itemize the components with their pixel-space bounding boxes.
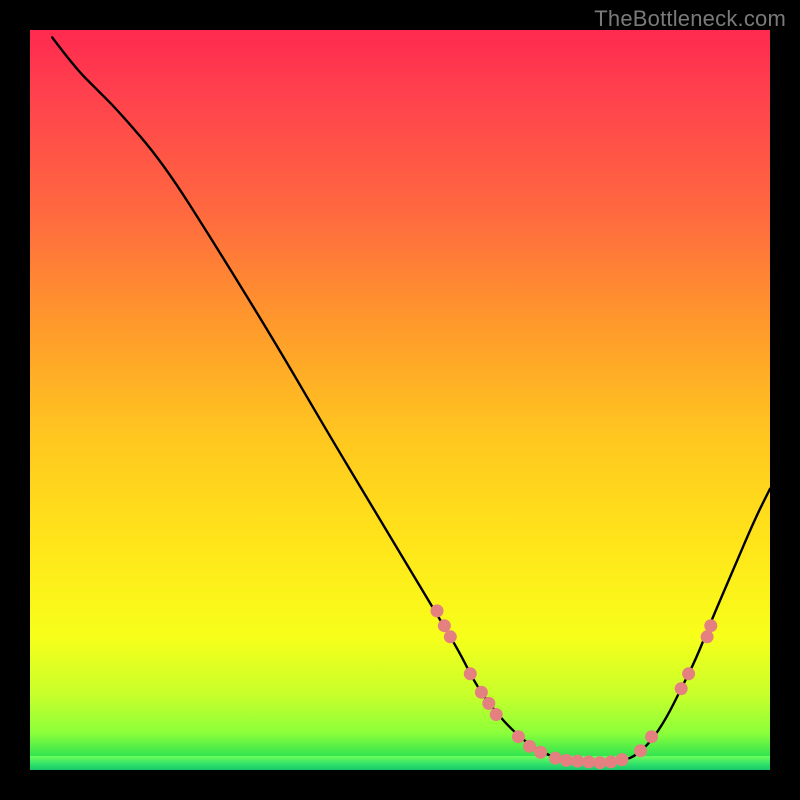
curve-marker <box>560 754 573 767</box>
curve-marker <box>523 740 536 753</box>
curve-marker <box>490 708 503 721</box>
curve-marker <box>464 667 477 680</box>
curve-marker <box>534 746 547 759</box>
curve-marker <box>634 744 647 757</box>
curve-marker <box>701 630 714 643</box>
curve-marker <box>431 604 444 617</box>
bottleneck-curve <box>52 37 770 762</box>
marker-group <box>431 604 718 769</box>
curve-marker <box>682 667 695 680</box>
curve-marker <box>604 755 617 768</box>
curve-marker <box>444 630 457 643</box>
curve-marker <box>645 730 658 743</box>
plot-area <box>30 30 770 770</box>
curve-marker <box>616 753 629 766</box>
curve-marker <box>704 619 717 632</box>
curve-marker <box>475 686 488 699</box>
curve-marker <box>482 697 495 710</box>
curve-marker <box>593 756 606 769</box>
curve-marker <box>512 730 525 743</box>
curve-marker <box>549 752 562 765</box>
chart-frame: TheBottleneck.com <box>0 0 800 800</box>
curve-marker <box>571 755 584 768</box>
curve-marker <box>675 682 688 695</box>
chart-overlay <box>30 30 770 770</box>
curve-marker <box>438 619 451 632</box>
curve-marker <box>582 755 595 768</box>
attribution-label: TheBottleneck.com <box>594 6 786 32</box>
